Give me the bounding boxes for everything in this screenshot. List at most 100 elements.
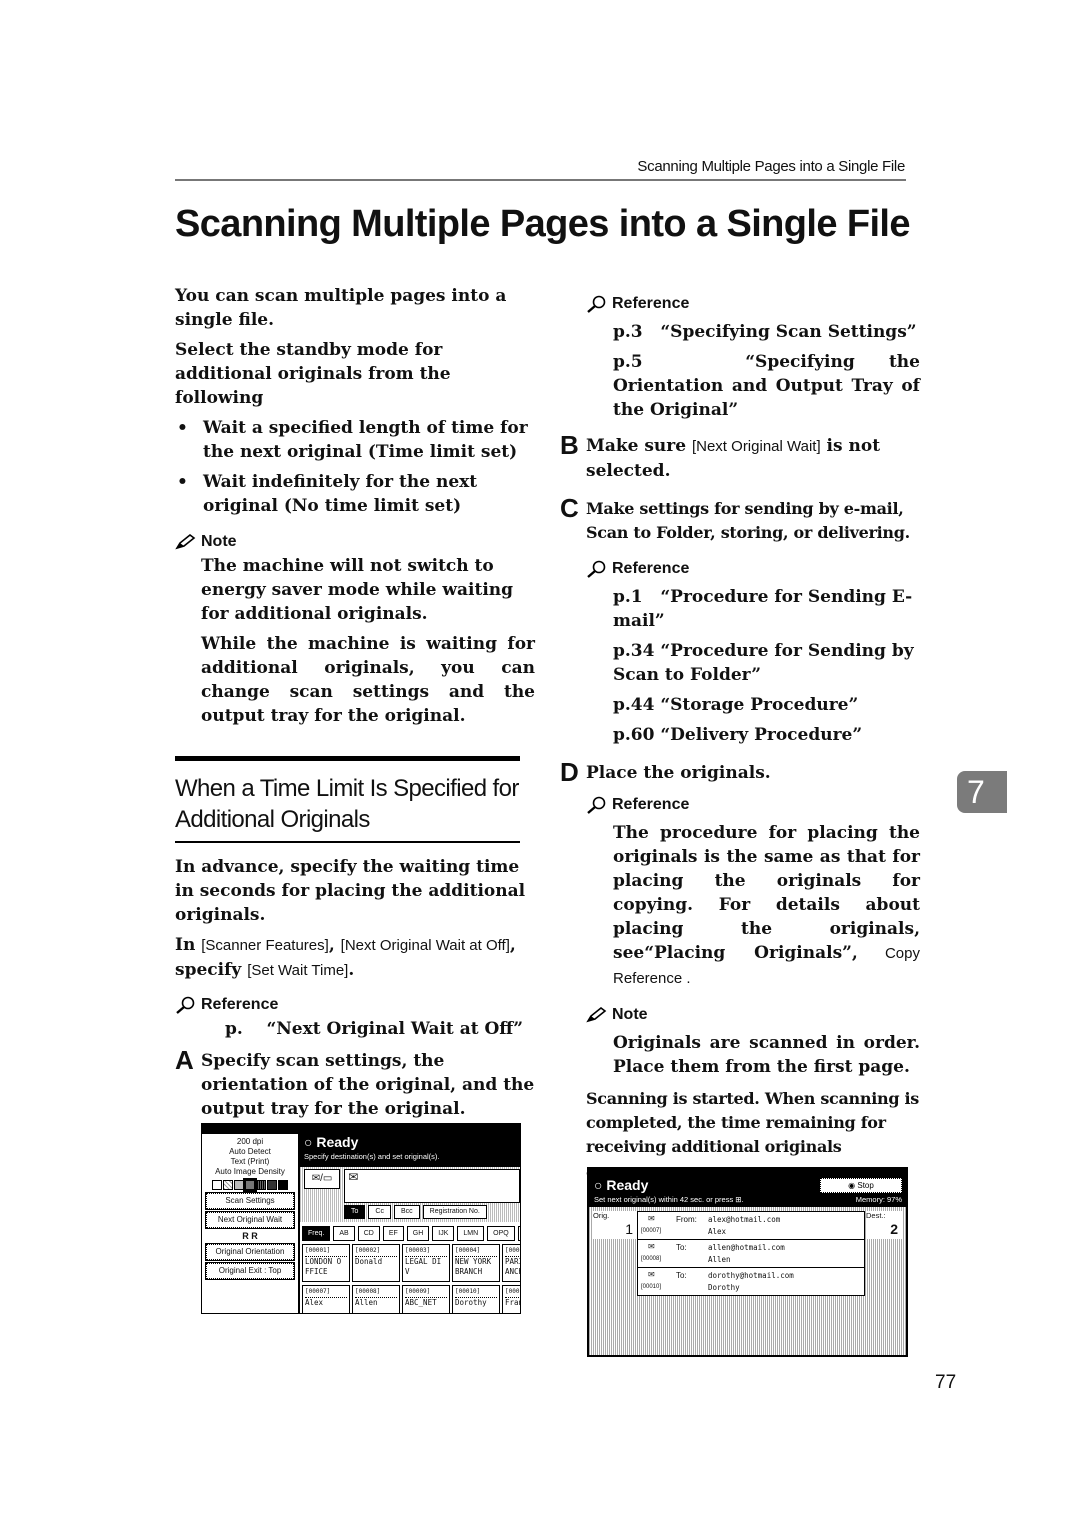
email-tag-icon: ✉	[648, 1242, 655, 1251]
section-title: When a Time Limit Is Specified for Addit…	[175, 775, 519, 833]
destination-row[interactable]: ✉ To: dorothy@hotmail.com [00010] Doroth…	[638, 1268, 864, 1295]
step-letter: C	[560, 493, 579, 523]
destination-field[interactable]: ✉	[344, 1169, 520, 1203]
magnifier-icon	[587, 796, 606, 814]
index-tab[interactable]: R	[517, 1226, 520, 1241]
destination-entry[interactable]: [00011]Frank	[502, 1285, 520, 1313]
pencil-icon	[175, 534, 196, 550]
scan-settings-button[interactable]: Scan Settings	[205, 1192, 295, 1210]
index-tab[interactable]: CD	[357, 1226, 380, 1241]
email-tag-icon: ✉	[648, 1270, 655, 1279]
bullet-icon: •	[177, 418, 188, 438]
index-tab[interactable]: IJK	[432, 1226, 455, 1241]
original-orientation-button[interactable]: Original Orientation	[205, 1243, 295, 1261]
intro-paragraph: You can scan multiple pages into a singl…	[175, 286, 507, 330]
destination-entry[interactable]: [00010] Dorothy	[452, 1285, 500, 1313]
page-title: Scanning Multiple Pages into a Single Fi…	[175, 203, 911, 245]
reference-link[interactable]: p.60 “Delivery Procedure”	[560, 723, 920, 747]
reference-paragraph: The procedure for placing the originals …	[613, 823, 920, 987]
destination-entry[interactable]: [00001] LONDON O FFICE	[302, 1244, 350, 1282]
original-exit-button[interactable]: Original Exit : Top	[205, 1262, 295, 1280]
destination-pane: ○ Ready Specify destination(s) and set o…	[300, 1134, 520, 1313]
status-message: Specify destination(s) and set original(…	[304, 1152, 440, 1161]
step-d: D Place the originals.	[560, 759, 920, 785]
next-original-wait-button[interactable]: Next Original Wait	[205, 1211, 295, 1229]
step-letter: B	[560, 430, 579, 460]
ui-label-next-original-wait: [Next Original Wait]	[691, 438, 821, 455]
intro-paragraph-2: Select the standby mode for additional o…	[175, 340, 451, 408]
destination-row[interactable]: ✉ From: alex@hotmail.com [00007] Alex	[638, 1212, 864, 1240]
reference-link[interactable]: p.3 “Specifying Scan Settings”	[560, 320, 920, 344]
destination-type-tabs: To Cc Bcc Registration No.	[344, 1205, 520, 1219]
orientation-icons: R R	[242, 1231, 258, 1241]
reference-label: Reference	[612, 295, 690, 312]
ui-label-set-wait-time: [Set Wait Time]	[247, 962, 349, 979]
index-tab[interactable]: Freq.	[302, 1226, 331, 1241]
bullet-text: Wait indefinitely for the next original …	[203, 472, 478, 516]
step-text: Specify scan settings, the orientation o…	[201, 1051, 535, 1119]
chapter-tab: 7	[957, 771, 1007, 813]
reference-link[interactable]: p.1 “Procedure for Sending E-mail”	[560, 585, 920, 633]
tab-cc[interactable]: Cc	[368, 1205, 391, 1219]
destination-entry[interactable]: [00002] Donald	[352, 1244, 400, 1282]
destination-entry[interactable]: [00007] Alex	[302, 1285, 350, 1313]
note-paragraph: The machine will not switch to energy sa…	[201, 556, 514, 624]
note-paragraph: While the machine is waiting for additio…	[201, 634, 535, 726]
reference-link[interactable]: p.5 “Specifying the Orientation and Outp…	[560, 350, 920, 422]
ui-label-next-original-wait-at-off: [Next Original Wait at Off]	[340, 937, 510, 954]
magnifier-icon	[587, 295, 606, 313]
step-b: B Make sure [Next Original Wait] is not …	[560, 430, 881, 481]
status-ready: ○ Ready	[594, 1177, 649, 1193]
index-tab[interactable]: GH	[406, 1226, 430, 1241]
destination-entry[interactable]: [00009] ABC_NET	[402, 1285, 450, 1313]
ui-label-scanner-features: [Scanner Features]	[201, 937, 329, 954]
original-counter: Orig. 1	[593, 1211, 637, 1239]
destination-entry[interactable]: [00008] Allen	[352, 1285, 400, 1313]
step-a: A Specify scan settings, the orientation…	[175, 1045, 535, 1121]
status-bar: ○ Ready Set next original(s) within 42 s…	[589, 1169, 906, 1207]
destination-entry[interactable]: [00003] LEGAL DI V	[402, 1244, 450, 1282]
tab-registration-no[interactable]: Registration No.	[422, 1205, 487, 1219]
density-selector[interactable]	[202, 1178, 298, 1192]
tab-to[interactable]: To	[344, 1205, 366, 1219]
scan-settings-pane: 200 dpi Auto Detect Text (Print) Auto Im…	[202, 1134, 300, 1313]
email-folder-toggle-button[interactable]: ✉/▭	[304, 1169, 340, 1189]
page-number: 77	[935, 1372, 957, 1393]
bullet-text: Wait a specified length of time for the …	[203, 418, 528, 462]
note-paragraph: Originals are scanned in order. Place th…	[613, 1033, 920, 1077]
destination-grid: [00001] LONDON O FFICE [00002] Donald [000…	[302, 1244, 520, 1313]
index-tab[interactable]: EF	[382, 1226, 404, 1241]
section-intro: In advance, specify the waiting time in …	[175, 857, 526, 925]
reference-link[interactable]: p.34 “Procedure for Sending by Scan to F…	[560, 639, 920, 687]
reference-link[interactable]: p. “Next Original Wait at Off”	[175, 1017, 535, 1041]
stop-button[interactable]: ◉ Stop	[820, 1178, 902, 1193]
status-ready: ○ Ready	[304, 1134, 359, 1150]
step-text: Place the originals.	[586, 763, 771, 783]
note-heading: Note	[175, 530, 535, 554]
destination-entry[interactable]: [00004] NEW YORK BRANCH	[452, 1244, 500, 1282]
reference-heading: Reference	[175, 993, 535, 1017]
status-bar: ○ Ready Specify destination(s) and set o…	[300, 1134, 520, 1167]
running-header: Scanning Multiple Pages into a Single Fi…	[637, 158, 905, 175]
tab-bcc[interactable]: Bcc	[393, 1205, 420, 1219]
address-index-tabs: Freq. AB CD EF GH IJK LMN OPQ R	[302, 1226, 520, 1241]
destination-row[interactable]: ✉ To: allen@hotmail.com [00008] Allen	[638, 1240, 864, 1268]
note-label: Note	[201, 533, 237, 550]
reference-label: Reference	[612, 796, 690, 813]
index-tab[interactable]: AB	[333, 1226, 355, 1241]
stop-icon: ◉	[848, 1181, 856, 1190]
destination-counter: Dest.: 2	[866, 1211, 902, 1239]
reference-link[interactable]: p.44 “Storage Procedure”	[560, 693, 920, 717]
destination-entry[interactable]: [00005]PARIS ANCH	[502, 1244, 520, 1282]
status-message: Set next original(s) within 42 sec. or p…	[594, 1195, 744, 1204]
reference-heading: Reference	[560, 292, 920, 316]
memory-indicator: Memory: 97%	[855, 1195, 902, 1204]
step-letter: A	[175, 1045, 194, 1075]
index-tab[interactable]: OPQ	[487, 1226, 515, 1241]
bullet-item: • Wait indefinitely for the next origina…	[175, 470, 535, 518]
email-tag-icon: ✉	[648, 1214, 655, 1223]
scanner-screen-waiting: ○ Ready Set next original(s) within 42 s…	[587, 1167, 908, 1357]
scan-info: 200 dpi Auto Detect Text (Print) Auto Im…	[215, 1137, 285, 1176]
section-rule-top	[175, 756, 520, 761]
index-tab[interactable]: LMN	[457, 1226, 485, 1241]
